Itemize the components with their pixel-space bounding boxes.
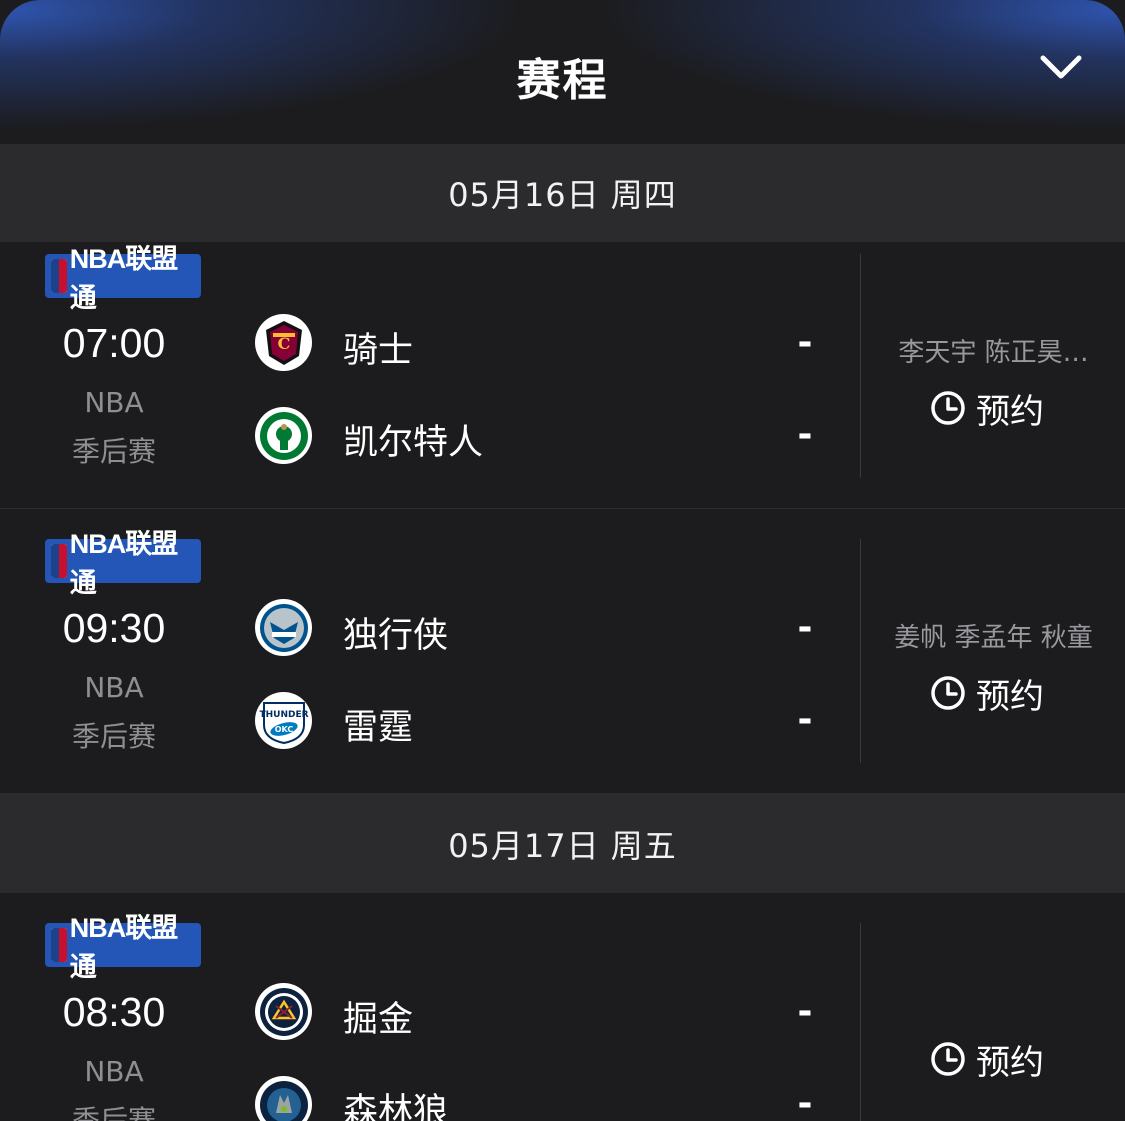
away-team-score: - — [797, 699, 813, 740]
match-time: 07:00 — [62, 320, 166, 366]
commentators: 姜帆 季孟年 秋童 — [894, 623, 1093, 653]
away-team-name: 森林狼 — [343, 1092, 449, 1121]
chevron-down-icon[interactable] — [1037, 48, 1085, 88]
timberwolves-logo-icon — [255, 1076, 312, 1121]
divider — [860, 539, 861, 763]
league-name: NBA — [84, 671, 144, 704]
match-time: 08:30 — [62, 989, 166, 1035]
match-card[interactable]: NBA联盟通 09:30 NBA 季后赛 独行侠 - THUNDER OKC 雷霆… — [0, 509, 1125, 794]
nba-logo-icon — [51, 259, 67, 293]
nuggets-logo-icon — [255, 983, 312, 1040]
reserve-button[interactable]: 预约 — [930, 671, 1044, 717]
away-team-score: - — [797, 414, 813, 455]
away-team-name: 雷霆 — [343, 708, 414, 748]
home-team-name: 骑士 — [343, 331, 414, 371]
nba-logo-icon — [51, 544, 67, 578]
clock-icon — [931, 1042, 965, 1076]
celtics-logo-icon — [255, 407, 312, 464]
date-header: 05月16日 周四 — [0, 144, 1125, 242]
match-time: 09:30 — [62, 605, 166, 651]
commentators: 李天宇 陈正昊… — [898, 338, 1089, 368]
divider — [860, 923, 861, 1121]
home-team-score: - — [797, 607, 813, 648]
svg-text:OKC: OKC — [274, 725, 293, 734]
nba-league-pass-badge: NBA联盟通 — [45, 913, 201, 982]
svg-text:THUNDER: THUNDER — [259, 710, 308, 720]
home-team-score: - — [797, 991, 813, 1032]
away-team-name: 凯尔特人 — [343, 423, 484, 463]
league-name: NBA — [84, 1055, 144, 1088]
away-team-score: - — [797, 1083, 813, 1121]
nba-logo-icon — [51, 928, 67, 962]
match-stage: 季后赛 — [71, 720, 156, 753]
match-card[interactable]: NBA联盟通 07:00 NBA 季后赛 C 骑士 - 凯尔特人 - 李天宇 陈… — [0, 242, 1125, 509]
reserve-button[interactable]: 预约 — [930, 1037, 1044, 1083]
home-team-name: 独行侠 — [343, 616, 449, 656]
clock-icon — [931, 391, 965, 425]
match-stage: 季后赛 — [71, 1104, 156, 1121]
home-team-name: 掘金 — [343, 1000, 414, 1040]
cavaliers-logo-icon: C — [255, 314, 312, 371]
divider — [860, 254, 861, 478]
home-team-score: - — [797, 322, 813, 363]
reserve-button[interactable]: 预约 — [930, 386, 1044, 432]
match-stage: 季后赛 — [71, 435, 156, 468]
match-card[interactable]: NBA联盟通 08:30 NBA 季后赛 掘金 - 森林狼 - 预约 — [0, 893, 1125, 1121]
clock-icon — [931, 676, 965, 710]
nba-league-pass-badge: NBA联盟通 — [45, 529, 201, 598]
date-header: 05月17日 周五 — [0, 794, 1125, 893]
schedule-header: 赛程 — [0, 0, 1125, 144]
thunder-logo-icon: THUNDER OKC — [255, 692, 312, 749]
page-title: 赛程 — [516, 55, 609, 106]
league-name: NBA — [84, 386, 144, 419]
mavericks-logo-icon — [255, 599, 312, 656]
nba-league-pass-badge: NBA联盟通 — [45, 244, 201, 313]
